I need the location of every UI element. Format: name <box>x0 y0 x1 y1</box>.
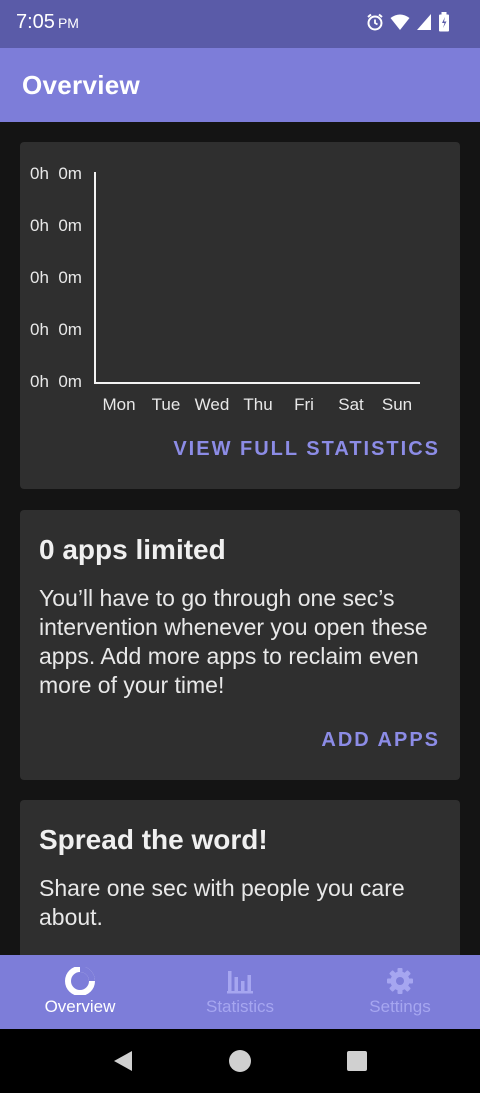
cell-signal-icon <box>416 13 432 31</box>
status-time-value: 7:05 <box>16 11 55 33</box>
x-tick-label: Wed <box>194 395 230 414</box>
nav-item-overview[interactable]: Overview <box>0 955 160 1029</box>
apps-limited-description: You’ll have to go through one sec’s inte… <box>39 585 428 698</box>
chart-y-axis <box>94 172 96 383</box>
battery-icon <box>438 12 450 32</box>
y-tick-label: 0h 0m <box>30 268 82 287</box>
apps-limited-card: 0 apps limited You’ll have to go through… <box>20 510 460 780</box>
y-tick-label: 0h 0m <box>30 216 82 235</box>
x-tick-label: Sun <box>381 395 413 414</box>
page-title: Overview <box>22 70 141 100</box>
recents-icon[interactable] <box>347 1051 367 1076</box>
nav-item-statistics[interactable]: Statistics <box>160 955 320 1029</box>
app-bar: Overview <box>0 48 480 122</box>
add-apps-button[interactable]: ADD APPS <box>321 729 440 752</box>
status-time: 7:05 PM <box>16 11 79 34</box>
apps-limited-title: 0 apps limited <box>39 534 226 565</box>
view-full-statistics-button[interactable]: VIEW FULL STATISTICS <box>173 438 440 461</box>
bottom-navigation: Overview Statistics Settings <box>0 955 480 1029</box>
status-ampm: PM <box>57 15 79 31</box>
nav-label-statistics: Statistics <box>205 997 275 1016</box>
status-icons <box>366 12 450 32</box>
system-navigation-bar <box>0 1029 480 1093</box>
spread-title: Spread the word! <box>39 824 268 855</box>
gear-icon <box>385 967 415 995</box>
chart-x-axis <box>94 382 420 384</box>
nav-item-settings[interactable]: Settings <box>320 955 480 1029</box>
donut-icon <box>65 966 95 996</box>
y-tick-label: 0h 0m <box>30 320 82 339</box>
weekly-usage-card: 0h 0m 0h 0m 0h 0m 0h 0m 0h 0m Mon Tue Wed Thu Fr… <box>20 142 460 489</box>
wifi-icon <box>390 13 410 31</box>
alarm-icon <box>366 13 384 31</box>
x-tick-label: Tue <box>151 395 181 414</box>
y-tick-label: 0h 0m <box>30 372 82 391</box>
x-tick-label: Thu <box>243 395 273 414</box>
x-tick-label: Mon <box>102 395 136 414</box>
status-bar: 7:05 PM <box>0 0 480 48</box>
nav-label-settings: Settings <box>369 997 431 1016</box>
home-icon[interactable] <box>228 1049 252 1078</box>
bar-chart-icon <box>225 967 255 995</box>
spread-the-word-card: Spread the word! Share one sec with peop… <box>20 800 460 960</box>
x-tick-label: Sat <box>338 395 364 414</box>
nav-label-overview: Overview <box>44 997 116 1016</box>
x-tick-label: Fri <box>294 395 314 414</box>
y-tick-label: 0h 0m <box>30 164 82 183</box>
back-icon[interactable] <box>112 1049 134 1078</box>
spread-description: Share one sec with people you care about… <box>39 875 405 930</box>
